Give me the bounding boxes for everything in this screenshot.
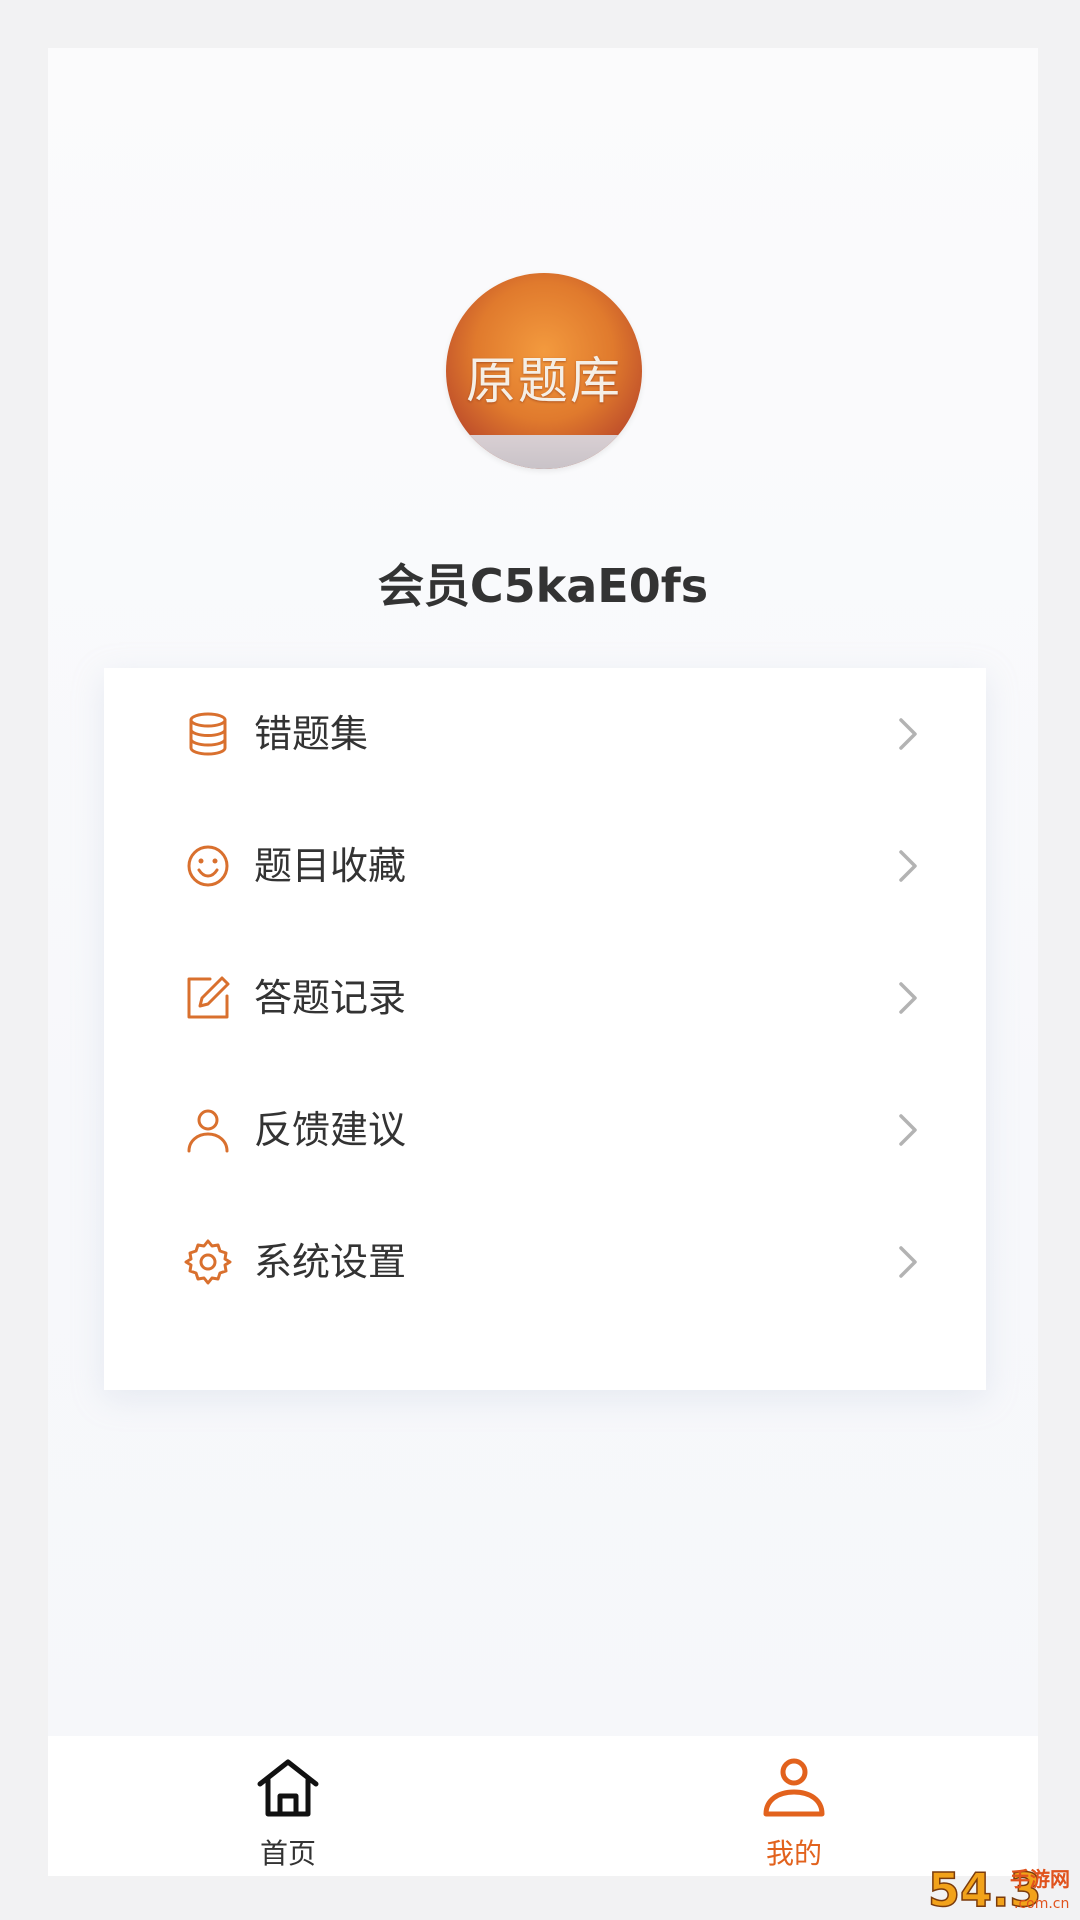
chevron-right-icon (899, 982, 917, 1014)
tab-home[interactable]: 首页 (188, 1736, 388, 1876)
site-watermark-logo: 54.3 手游网 .com.cn (928, 1862, 1070, 1918)
chevron-right-icon (899, 1246, 917, 1278)
menu-card: 错题集 题目收藏 答题记录 反馈建议 系统设置 (104, 668, 986, 1390)
avatar[interactable]: 原题库 (446, 273, 642, 469)
chevron-right-icon (899, 850, 917, 882)
chevron-right-icon (899, 1114, 917, 1146)
smiley-icon (187, 845, 229, 887)
menu-item-favorites[interactable]: 题目收藏 (104, 800, 986, 932)
menu-item-label: 答题记录 (254, 976, 407, 1020)
menu-item-answer-history[interactable]: 答题记录 (104, 932, 986, 1064)
menu-item-wrong-questions[interactable]: 错题集 (104, 668, 986, 800)
avatar-logo-text: 原题库 (466, 352, 622, 410)
username: 会员C5kaE0fs (377, 559, 709, 613)
menu-item-label: 题目收藏 (254, 844, 407, 888)
menu-item-feedback[interactable]: 反馈建议 (104, 1064, 986, 1196)
home-icon (257, 1759, 319, 1817)
edit-icon (187, 976, 230, 1019)
tab-label: 首页 (259, 1837, 316, 1870)
menu-item-label: 反馈建议 (254, 1108, 407, 1152)
user-icon (187, 1109, 229, 1153)
chevron-right-icon (899, 718, 917, 750)
menu-item-settings[interactable]: 系统设置 (104, 1196, 986, 1328)
menu-item-label: 系统设置 (254, 1240, 407, 1284)
svg-text:.com.cn: .com.cn (1014, 1896, 1069, 1912)
profile-screen: 原题库 会员C5kaE0fs 错题集 题目收藏 答题记录 反馈建议 系统设置 首… (48, 48, 1038, 1876)
tab-mine[interactable]: 我的 (694, 1736, 894, 1876)
user-icon (763, 1758, 825, 1817)
menu-item-label: 错题集 (254, 712, 369, 756)
bottom-tab-bar: 首页 我的 (48, 1736, 1038, 1876)
gear-icon (184, 1239, 232, 1285)
tab-label: 我的 (765, 1837, 822, 1870)
svg-text:手游网: 手游网 (1010, 1867, 1070, 1891)
database-icon (189, 712, 227, 756)
